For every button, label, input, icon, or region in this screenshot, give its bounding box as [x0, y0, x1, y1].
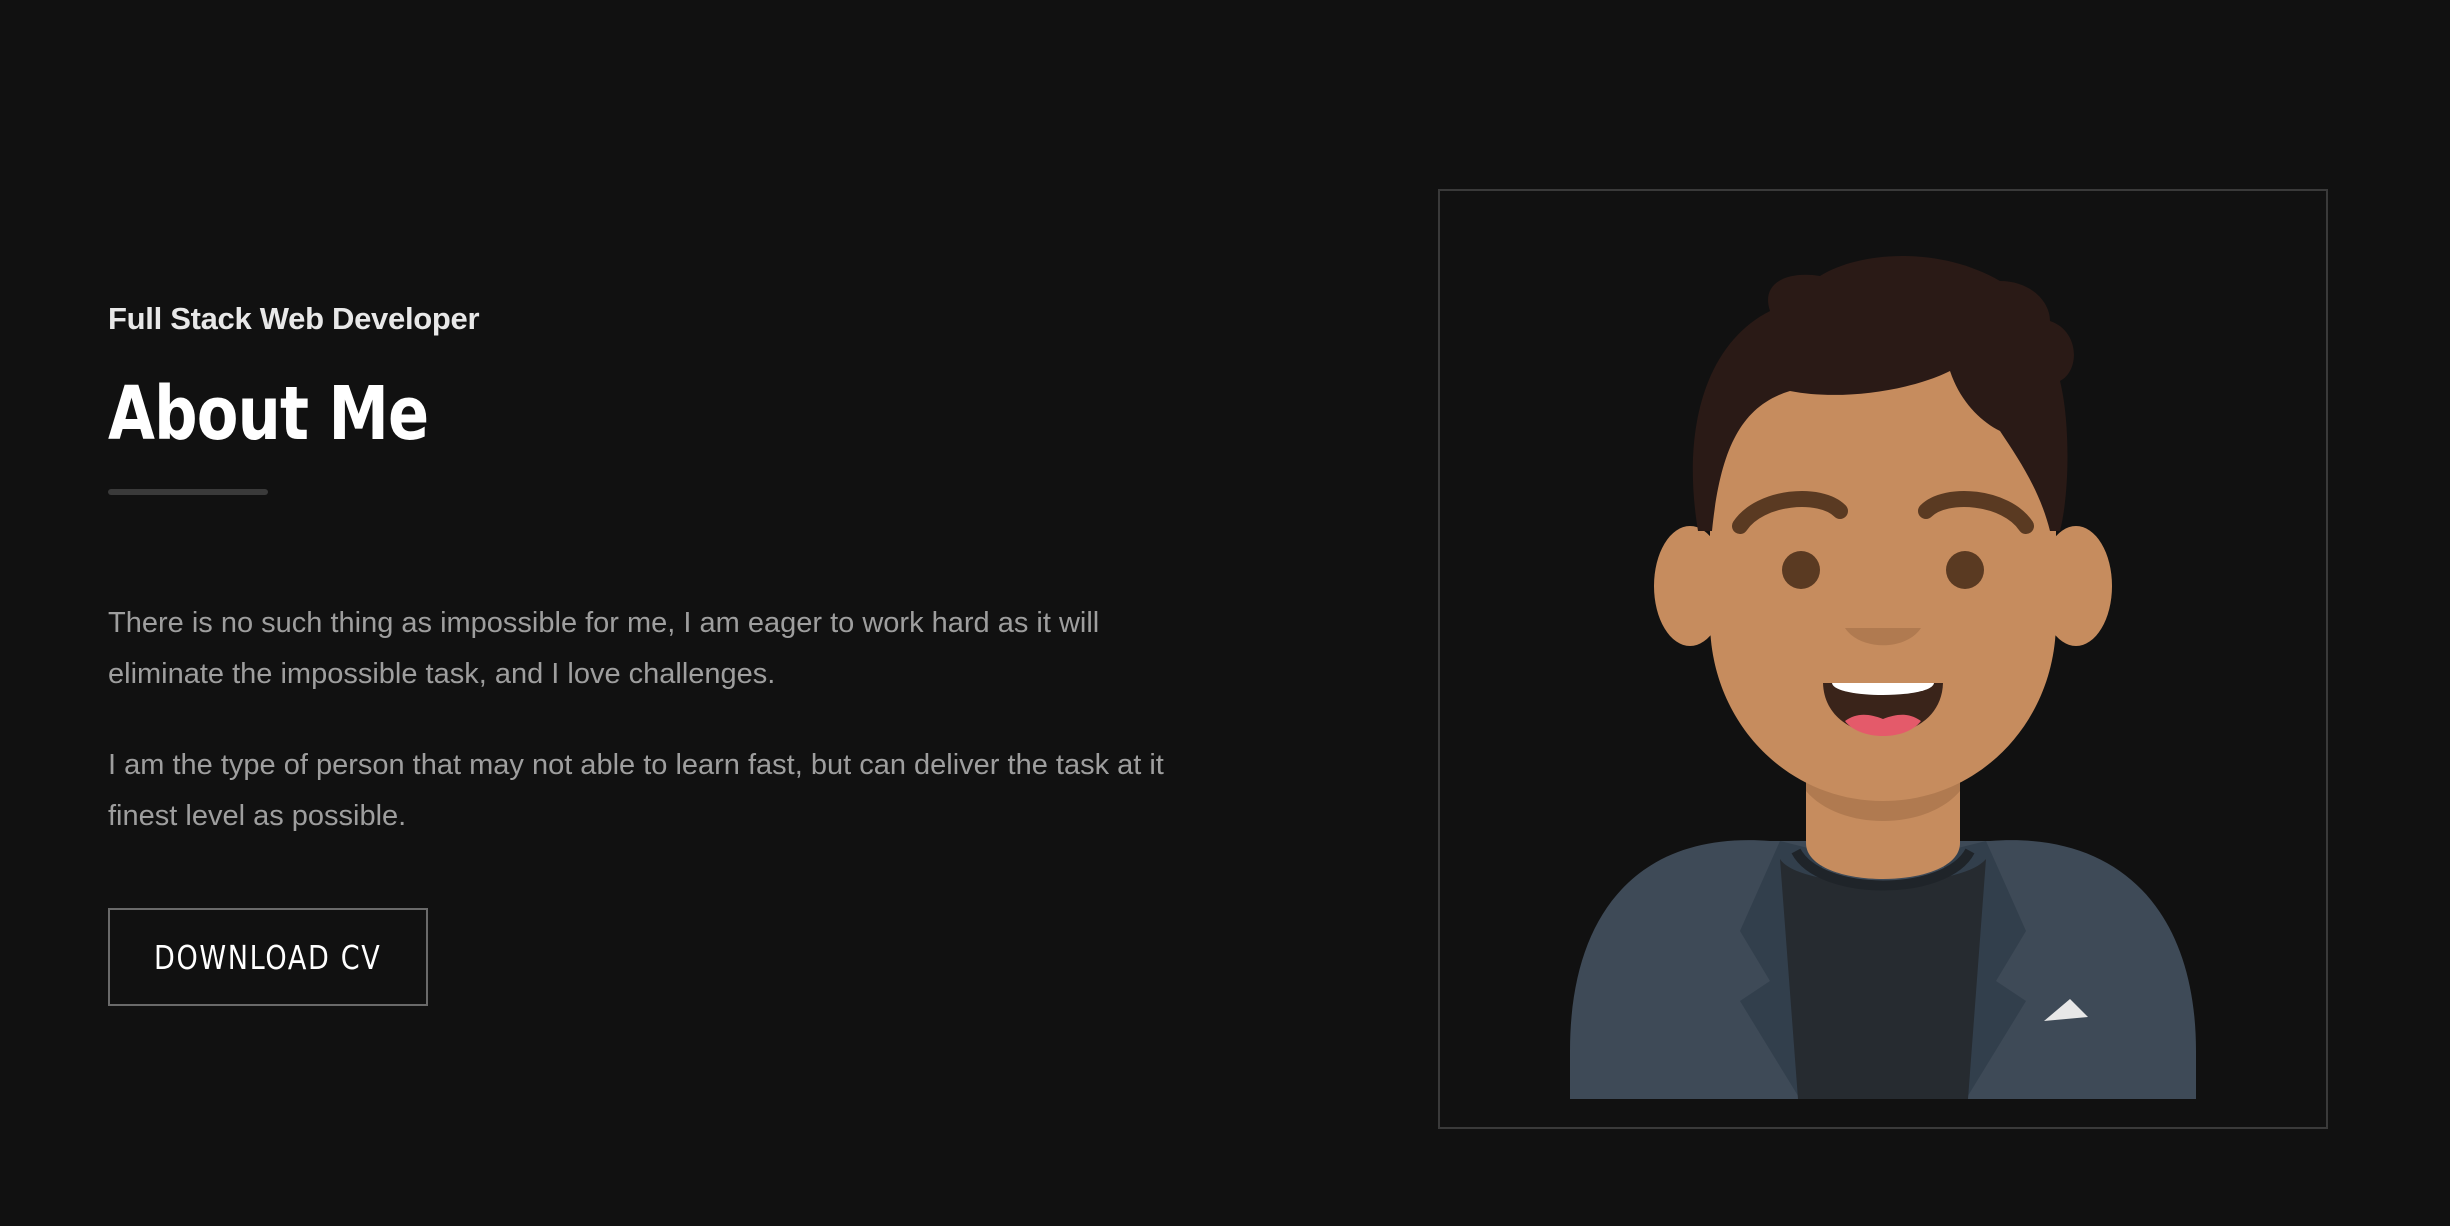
about-subtitle: Full Stack Web Developer [108, 301, 480, 336]
title-underline-divider [108, 489, 268, 496]
download-cv-label: DOWNLOAD CV [154, 937, 382, 977]
download-cv-button[interactable]: DOWNLOAD CV [108, 908, 428, 1007]
about-paragraph-1: There is no such thing as impossible for… [108, 607, 1100, 691]
about-text-block: Full Stack Web Developer About Me There … [108, 300, 1208, 1007]
about-paragraph-2: I am the type of person that may not abl… [108, 749, 1164, 833]
person-avatar-icon [1570, 256, 2196, 1099]
about-title: About Me [108, 371, 429, 458]
avatar-frame [1438, 189, 2328, 1129]
about-section: Full Stack Web Developer About Me There … [0, 0, 2450, 1226]
